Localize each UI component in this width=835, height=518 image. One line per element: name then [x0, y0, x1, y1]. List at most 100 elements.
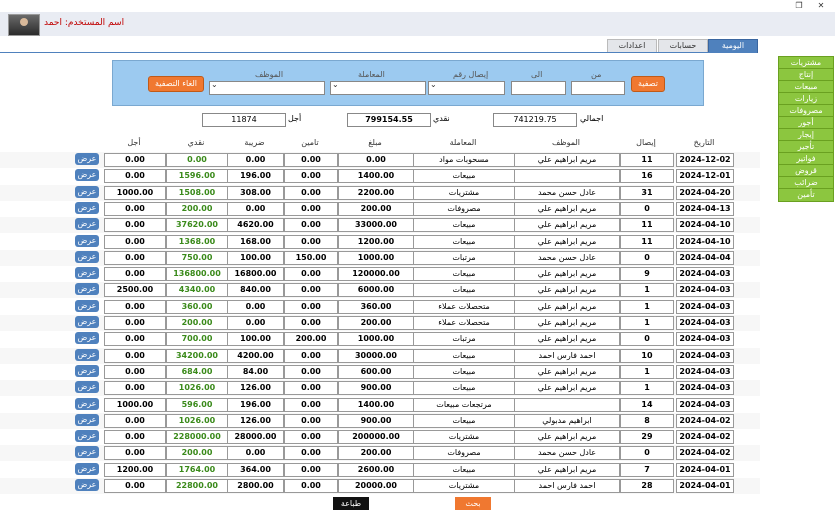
- cell-cash: 684.00: [166, 364, 228, 379]
- view-row-button[interactable]: عرض: [75, 430, 99, 443]
- cell-amount: 1200.00: [338, 234, 414, 249]
- tab-settings[interactable]: اعدادات: [607, 39, 657, 53]
- table-row: 2024-04-03 1 مريم ابراهيم علي مبيعات 900.00 0…: [0, 380, 760, 397]
- cell-date: 2024-04-02: [676, 413, 734, 428]
- tab-journal[interactable]: اليومية: [708, 39, 758, 53]
- table-row: 2024-04-03 1 مريم ابراهيم علي مبيعات 600.00 0…: [0, 364, 760, 380]
- cell-date: 2024-04-03: [676, 267, 734, 282]
- view-row-button[interactable]: عرض: [75, 169, 99, 182]
- cell-transaction: مسحوبات مواد: [413, 153, 515, 167]
- view-row-button[interactable]: عرض: [75, 446, 99, 459]
- view-row-button[interactable]: عرض: [75, 267, 99, 280]
- cell-tax: 28000.00: [227, 430, 284, 445]
- cell-credit: 0.00: [104, 250, 166, 265]
- cell-insurance: 0.00: [284, 479, 338, 493]
- view-row-button[interactable]: عرض: [75, 364, 99, 377]
- view-row-button[interactable]: عرض: [75, 332, 99, 345]
- table-row: 2024-04-10 11 مريم ابراهيم علي مبيعات 1200.0…: [0, 234, 760, 250]
- table-row: 2024-04-03 0 مريم ابراهيم علي مرتبات 1000.00…: [0, 331, 760, 347]
- view-row-button[interactable]: عرض: [75, 348, 99, 361]
- credit-label: أجل: [288, 114, 302, 123]
- cell-transaction: متحصلات عملاء: [413, 316, 515, 330]
- cell-insurance: 0.00: [284, 316, 338, 330]
- view-row-button[interactable]: عرض: [75, 299, 99, 312]
- table-row: 2024-04-01 28 احمد فارس احمد مشتريات 20000.0…: [0, 478, 760, 494]
- cell-receipt: 1: [620, 364, 674, 379]
- cell-employee: عادل حسن محمد: [514, 250, 620, 265]
- view-row-button[interactable]: عرض: [75, 479, 99, 491]
- sidebar-item-insurance[interactable]: تأمين: [778, 188, 834, 202]
- view-row-button[interactable]: عرض: [75, 218, 99, 231]
- cell-amount: 1400.00: [338, 169, 414, 184]
- receipt-label: إيصال رقم: [453, 70, 489, 79]
- to-date-input[interactable]: [511, 81, 566, 95]
- cell-tax: 364.00: [227, 462, 284, 477]
- transaction-select[interactable]: [330, 80, 426, 95]
- cell-receipt: 0: [620, 201, 674, 216]
- view-row-button[interactable]: عرض: [75, 462, 99, 475]
- view-row-button[interactable]: عرض: [75, 283, 99, 296]
- cell-employee: مريم ابراهيم علي: [514, 153, 620, 167]
- cell-tax: 0.00: [227, 201, 284, 216]
- print-button[interactable]: طباعة: [333, 497, 369, 510]
- col-employee: الموظف: [551, 138, 581, 147]
- cell-transaction: مصروفات: [413, 201, 515, 216]
- cell-receipt: 1: [620, 316, 674, 330]
- cell-insurance: 0.00: [284, 299, 338, 314]
- cell-transaction: مشتريات: [413, 185, 515, 200]
- cell-credit: 0.00: [104, 348, 166, 363]
- search-button[interactable]: بحث: [455, 497, 491, 510]
- cell-cash: 750.00: [166, 250, 228, 265]
- view-row-button[interactable]: عرض: [75, 397, 99, 410]
- view-row-button[interactable]: عرض: [75, 316, 99, 328]
- cell-employee: مريم ابراهيم علي: [514, 316, 620, 330]
- close-icon[interactable]: ✕: [812, 0, 830, 12]
- cell-credit: 0.00: [104, 381, 166, 396]
- col-credit: أجل: [127, 138, 141, 147]
- restore-icon[interactable]: ❐: [790, 0, 808, 12]
- cell-transaction: مبيعات: [413, 381, 515, 396]
- cell-receipt: 8: [620, 413, 674, 428]
- cell-transaction: مرتبات: [413, 332, 515, 347]
- receipt-select[interactable]: [428, 80, 505, 95]
- tab-accounts[interactable]: حسابات: [658, 39, 708, 53]
- cell-transaction: مرتجعات مبيعات: [413, 397, 515, 412]
- cell-date: 2024-04-03: [676, 332, 734, 347]
- cell-cash: 4340.00: [166, 283, 228, 298]
- cell-employee: احمد فارس احمد: [514, 479, 620, 493]
- view-row-button[interactable]: عرض: [75, 250, 99, 263]
- to-label: الى: [531, 70, 543, 79]
- view-row-button[interactable]: عرض: [75, 234, 99, 247]
- view-row-button[interactable]: عرض: [75, 185, 99, 198]
- cell-insurance: 0.00: [284, 364, 338, 379]
- cell-date: 2024-04-20: [676, 185, 734, 200]
- cell-credit: 0.00: [104, 430, 166, 445]
- view-row-button[interactable]: عرض: [75, 201, 99, 214]
- table-row: 2024-04-03 10 احمد فارس احمد مبيعات 30000.00…: [0, 347, 760, 364]
- cell-employee: مريم ابراهيم علي: [514, 299, 620, 314]
- from-date-input[interactable]: [571, 81, 625, 95]
- employee-select[interactable]: [209, 80, 325, 95]
- cell-credit: 0.00: [104, 153, 166, 167]
- cell-credit: 2500.00: [104, 283, 166, 298]
- col-transaction: المعاملة: [449, 138, 477, 147]
- table-row: 2024-04-02 0 عادل حسن محمد مصروفات 200.00 0.0…: [0, 445, 760, 462]
- cell-receipt: 29: [620, 430, 674, 445]
- header-bar: [0, 12, 835, 36]
- filter-button[interactable]: تصفية: [631, 76, 665, 92]
- cell-credit: 0.00: [104, 479, 166, 493]
- cell-insurance: 0.00: [284, 446, 338, 461]
- cell-receipt: 11: [620, 218, 674, 233]
- cell-receipt: 31: [620, 185, 674, 200]
- cell-insurance: 0.00: [284, 185, 338, 200]
- cell-amount: 30000.00: [338, 348, 414, 363]
- cell-insurance: 0.00: [284, 413, 338, 428]
- view-row-button[interactable]: عرض: [75, 381, 99, 394]
- cell-employee: مريم ابراهيم علي: [514, 201, 620, 216]
- view-row-button[interactable]: عرض: [75, 153, 99, 165]
- clear-filter-button[interactable]: الغاء التصفية: [148, 76, 204, 92]
- view-row-button[interactable]: عرض: [75, 413, 99, 426]
- cell-transaction: مبيعات: [413, 462, 515, 477]
- cell-amount: 360.00: [338, 299, 414, 314]
- cell-credit: 0.00: [104, 364, 166, 379]
